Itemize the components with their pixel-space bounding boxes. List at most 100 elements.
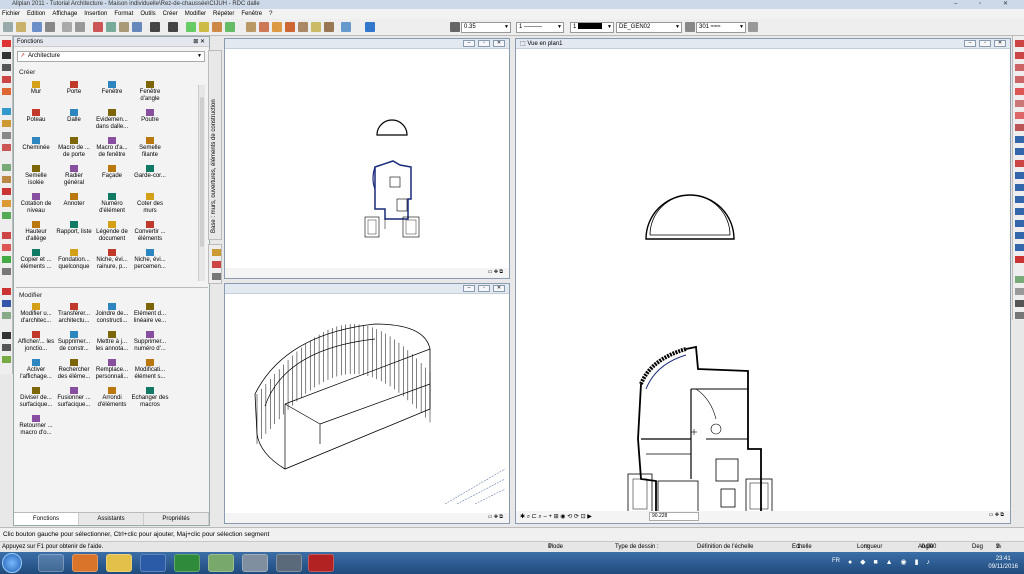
perpendicular-icon[interactable] — [1015, 100, 1024, 107]
print-icon[interactable] — [45, 22, 55, 32]
modify-tool-icon[interactable] — [2, 108, 11, 115]
slab-tool-icon[interactable] — [2, 212, 11, 219]
save-icon[interactable] — [32, 22, 42, 32]
create-item[interactable]: Dalle — [55, 109, 93, 124]
layer-select[interactable]: DE_GEN02 ▼ — [616, 22, 682, 33]
open-icon[interactable] — [16, 22, 26, 32]
wizard-icon[interactable] — [199, 22, 209, 32]
extend-icon[interactable] — [1015, 124, 1024, 131]
draw-tool-icon[interactable] — [2, 76, 11, 83]
circle-icon[interactable] — [1015, 288, 1024, 295]
fill-tool-icon[interactable] — [2, 256, 11, 263]
snap-icon[interactable] — [1015, 40, 1024, 47]
create-item[interactable]: Garde-cor... — [131, 165, 169, 180]
ortho-icon[interactable] — [1015, 76, 1024, 83]
zoom-scale-input[interactable]: 90.228 — [649, 512, 699, 521]
create-item[interactable]: Evidemen... dans dalle... — [93, 109, 131, 131]
modify-item[interactable]: Fusionner ... surfacique... — [55, 387, 93, 409]
hatch-icon[interactable] — [311, 22, 321, 32]
window-controls[interactable]: – ▫ ✕ — [954, 0, 1018, 9]
create-item[interactable]: Porte — [55, 81, 93, 96]
create-item[interactable]: Façade — [93, 165, 131, 180]
grid-icon[interactable] — [1015, 64, 1024, 71]
viewport-footer-icons[interactable]: ▭ ✥ ⧉ — [488, 514, 503, 520]
sum-tool-icon[interactable] — [2, 356, 11, 363]
camera-icon[interactable] — [1015, 232, 1024, 239]
animation-icon[interactable] — [341, 22, 351, 32]
move-tool-icon[interactable] — [2, 132, 11, 139]
modify-item[interactable]: Activer l'affichage... — [17, 359, 55, 381]
taskbar-media-icon[interactable] — [276, 554, 302, 572]
surface-tool-icon[interactable] — [2, 300, 11, 307]
maximize-icon[interactable]: ▫ — [979, 40, 991, 47]
maximize-icon[interactable]: ▫ — [478, 285, 490, 292]
format-icon[interactable] — [272, 22, 282, 32]
rotate-tool-icon[interactable] — [2, 144, 11, 151]
render-icon[interactable] — [1015, 220, 1024, 227]
layer-settings-icon[interactable] — [685, 22, 695, 32]
measure-icon[interactable] — [246, 22, 256, 32]
light-icon[interactable] — [1015, 244, 1024, 251]
create-item[interactable]: Fondation... quelconque — [55, 249, 93, 271]
close-icon[interactable] — [1015, 256, 1024, 263]
modify-item[interactable]: Supprimer... numéro d'... — [131, 331, 169, 353]
create-item[interactable]: Semelle isolée — [17, 165, 55, 187]
create-item[interactable]: Rapport, liste — [55, 221, 93, 236]
scrollbar-thumb[interactable] — [200, 97, 204, 247]
import-icon[interactable] — [1015, 208, 1024, 215]
door-tool-icon[interactable] — [2, 176, 11, 183]
create-item[interactable]: Semelle filante — [131, 137, 169, 159]
window-tool-icon[interactable] — [2, 200, 11, 207]
cut-icon[interactable] — [93, 22, 103, 32]
minimize-icon[interactable]: – — [964, 40, 976, 47]
viewport-footer-icons[interactable]: ▭ ✥ ⧉ — [989, 512, 1004, 518]
modify-item[interactable]: Diviser de... surfacique... — [17, 387, 55, 409]
palette-window-icon[interactable] — [212, 273, 221, 280]
create-item[interactable]: Convertir ... éléments — [131, 221, 169, 243]
pattern-icon[interactable] — [324, 22, 334, 32]
design-icon[interactable] — [212, 22, 222, 32]
tray-icons[interactable]: ● ◆ ■ ▲ ◉ ▮ ♪ — [848, 558, 933, 566]
create-item[interactable]: Numéro d'élément — [93, 193, 131, 215]
viewport-3d[interactable]: – ▫ ✕ ▭ ✥ ⧉ — [224, 283, 510, 524]
close-icon[interactable]: ✕ — [493, 40, 505, 47]
preview-icon[interactable] — [75, 22, 85, 32]
section-icon[interactable] — [1015, 148, 1024, 155]
diagonal-icon[interactable] — [1015, 312, 1024, 319]
scrollbar[interactable] — [198, 85, 205, 281]
hatch-settings-icon[interactable] — [748, 22, 758, 32]
create-item[interactable]: Copier et ... éléments ... — [17, 249, 55, 271]
palette-wall-icon[interactable] — [212, 249, 221, 256]
taskbar-excel-icon[interactable] — [174, 554, 200, 572]
layer-tool-icon[interactable] — [2, 268, 11, 275]
modify-item[interactable]: Rechercher des éléme... — [55, 359, 93, 381]
pen-tool-icon[interactable] — [2, 288, 11, 295]
modify-item[interactable]: Modificati... élément s... — [131, 359, 169, 381]
layer-icon[interactable] — [186, 22, 196, 32]
line-type-select[interactable]: 1 ——— ▼ — [516, 22, 564, 33]
viewport-plan-main[interactable]: ⬚ Vue en plan1 – ▫ ✕ ✱ ⌕ ⊏ ⌕ – + ⊞ ◉ ⟲ ⟳ ⊡… — [515, 38, 1011, 524]
close-icon[interactable]: ✕ — [994, 40, 1006, 47]
modify-item[interactable]: Retourner ... macro d'o... — [17, 415, 55, 437]
angle-icon[interactable] — [1015, 112, 1024, 119]
minimize-icon[interactable]: – — [463, 40, 475, 47]
language-indicator[interactable]: FR — [832, 558, 840, 564]
tab-assistants[interactable]: Assistants — [79, 513, 144, 525]
menu-outils[interactable]: Outils — [140, 9, 155, 19]
modify-item[interactable]: Mettre à j... les annota... — [93, 331, 131, 353]
target-icon[interactable] — [1015, 300, 1024, 307]
create-item[interactable]: Cheminée — [17, 137, 55, 152]
plot-icon[interactable] — [1015, 184, 1024, 191]
hatch-select[interactable]: 301 ≈≈≈ ▼ — [696, 22, 746, 33]
menu-format[interactable]: Format — [114, 9, 133, 19]
modify-item[interactable]: Remplace... personnali... — [93, 359, 131, 381]
create-item[interactable]: Niche, évi... percemen... — [131, 249, 169, 271]
create-item[interactable]: Macro d'a... de fenêtre — [93, 137, 131, 159]
maximize-icon[interactable]: ▫ — [478, 40, 490, 47]
undo-icon[interactable] — [150, 22, 160, 32]
create-item[interactable]: Hauteur d'allège — [17, 221, 55, 243]
new-icon[interactable] — [3, 22, 13, 32]
tab-fonctions[interactable]: Fonctions — [14, 513, 79, 525]
taskbar-pdf-icon[interactable] — [308, 554, 334, 572]
create-item[interactable]: Annoter — [55, 193, 93, 208]
